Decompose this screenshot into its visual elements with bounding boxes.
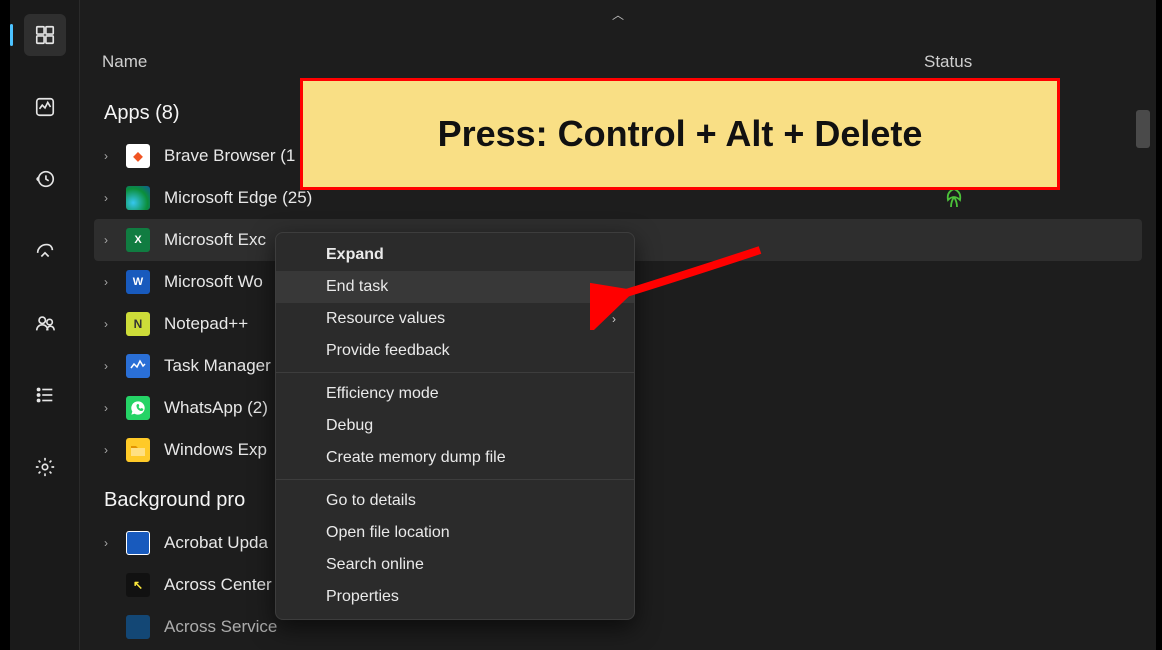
menu-separator bbox=[276, 372, 634, 373]
sidebar-performance[interactable] bbox=[24, 86, 66, 128]
menu-efficiency-mode[interactable]: Efficiency mode bbox=[276, 378, 634, 410]
acrobat-icon bbox=[126, 531, 150, 555]
process-name: Microsoft Edge (25) bbox=[164, 188, 942, 208]
annotation-text: Press: Control + Alt + Delete bbox=[438, 113, 923, 155]
menu-end-task[interactable]: End task bbox=[276, 271, 634, 303]
performance-icon bbox=[34, 96, 56, 118]
chevron-right-icon: › bbox=[104, 401, 126, 415]
settings-icon bbox=[34, 456, 56, 478]
scrollbar-thumb[interactable] bbox=[1136, 110, 1150, 148]
sidebar-startup[interactable] bbox=[24, 230, 66, 272]
annotation-banner: Press: Control + Alt + Delete bbox=[300, 78, 1060, 190]
edge-icon bbox=[126, 186, 150, 210]
chevron-right-icon: › bbox=[104, 233, 126, 247]
menu-search-online[interactable]: Search online bbox=[276, 549, 634, 581]
menu-label: Resource values bbox=[326, 310, 445, 327]
sidebar-app-history[interactable] bbox=[24, 158, 66, 200]
task-manager-icon bbox=[126, 354, 150, 378]
annotation-arrow-icon bbox=[590, 240, 770, 330]
chevron-right-icon: › bbox=[104, 191, 126, 205]
menu-create-dump[interactable]: Create memory dump file bbox=[276, 442, 634, 474]
scrollbar-track[interactable] bbox=[1136, 90, 1150, 630]
menu-provide-feedback[interactable]: Provide feedback bbox=[276, 335, 634, 367]
sidebar-details[interactable] bbox=[24, 374, 66, 416]
column-name[interactable]: Name bbox=[102, 52, 924, 72]
details-icon bbox=[34, 384, 56, 406]
history-icon bbox=[34, 168, 56, 190]
sidebar-services[interactable] bbox=[24, 446, 66, 488]
notepadpp-icon: N bbox=[126, 312, 150, 336]
across-center-icon: ↖ bbox=[126, 573, 150, 597]
chevron-right-icon: › bbox=[104, 536, 126, 550]
word-icon: W bbox=[126, 270, 150, 294]
process-name: Across Service bbox=[164, 617, 1142, 637]
whatsapp-icon bbox=[126, 396, 150, 420]
sidebar bbox=[10, 0, 80, 650]
menu-properties[interactable]: Properties bbox=[276, 581, 634, 613]
menu-expand[interactable]: Expand bbox=[276, 239, 634, 271]
sidebar-users[interactable] bbox=[24, 302, 66, 344]
startup-icon bbox=[34, 240, 56, 262]
menu-resource-values[interactable]: Resource values › bbox=[276, 303, 634, 335]
chevron-right-icon: › bbox=[104, 149, 126, 163]
explorer-icon bbox=[126, 438, 150, 462]
menu-separator bbox=[276, 479, 634, 480]
processes-icon bbox=[34, 24, 56, 46]
chevron-right-icon: › bbox=[104, 359, 126, 373]
chevron-right-icon: › bbox=[104, 275, 126, 289]
sidebar-processes[interactable] bbox=[24, 14, 66, 56]
menu-open-file-location[interactable]: Open file location bbox=[276, 517, 634, 549]
chevron-right-icon: › bbox=[104, 443, 126, 457]
users-icon bbox=[34, 312, 56, 334]
chevron-up-icon[interactable]: ︿ bbox=[612, 6, 624, 23]
brave-icon: ◆ bbox=[126, 144, 150, 168]
across-service-icon bbox=[126, 615, 150, 639]
column-status[interactable]: Status bbox=[924, 52, 1134, 72]
chevron-right-icon: › bbox=[104, 317, 126, 331]
menu-debug[interactable]: Debug bbox=[276, 410, 634, 442]
excel-icon: X bbox=[126, 228, 150, 252]
menu-go-to-details[interactable]: Go to details bbox=[276, 485, 634, 517]
context-menu: Expand End task Resource values › Provid… bbox=[275, 232, 635, 620]
